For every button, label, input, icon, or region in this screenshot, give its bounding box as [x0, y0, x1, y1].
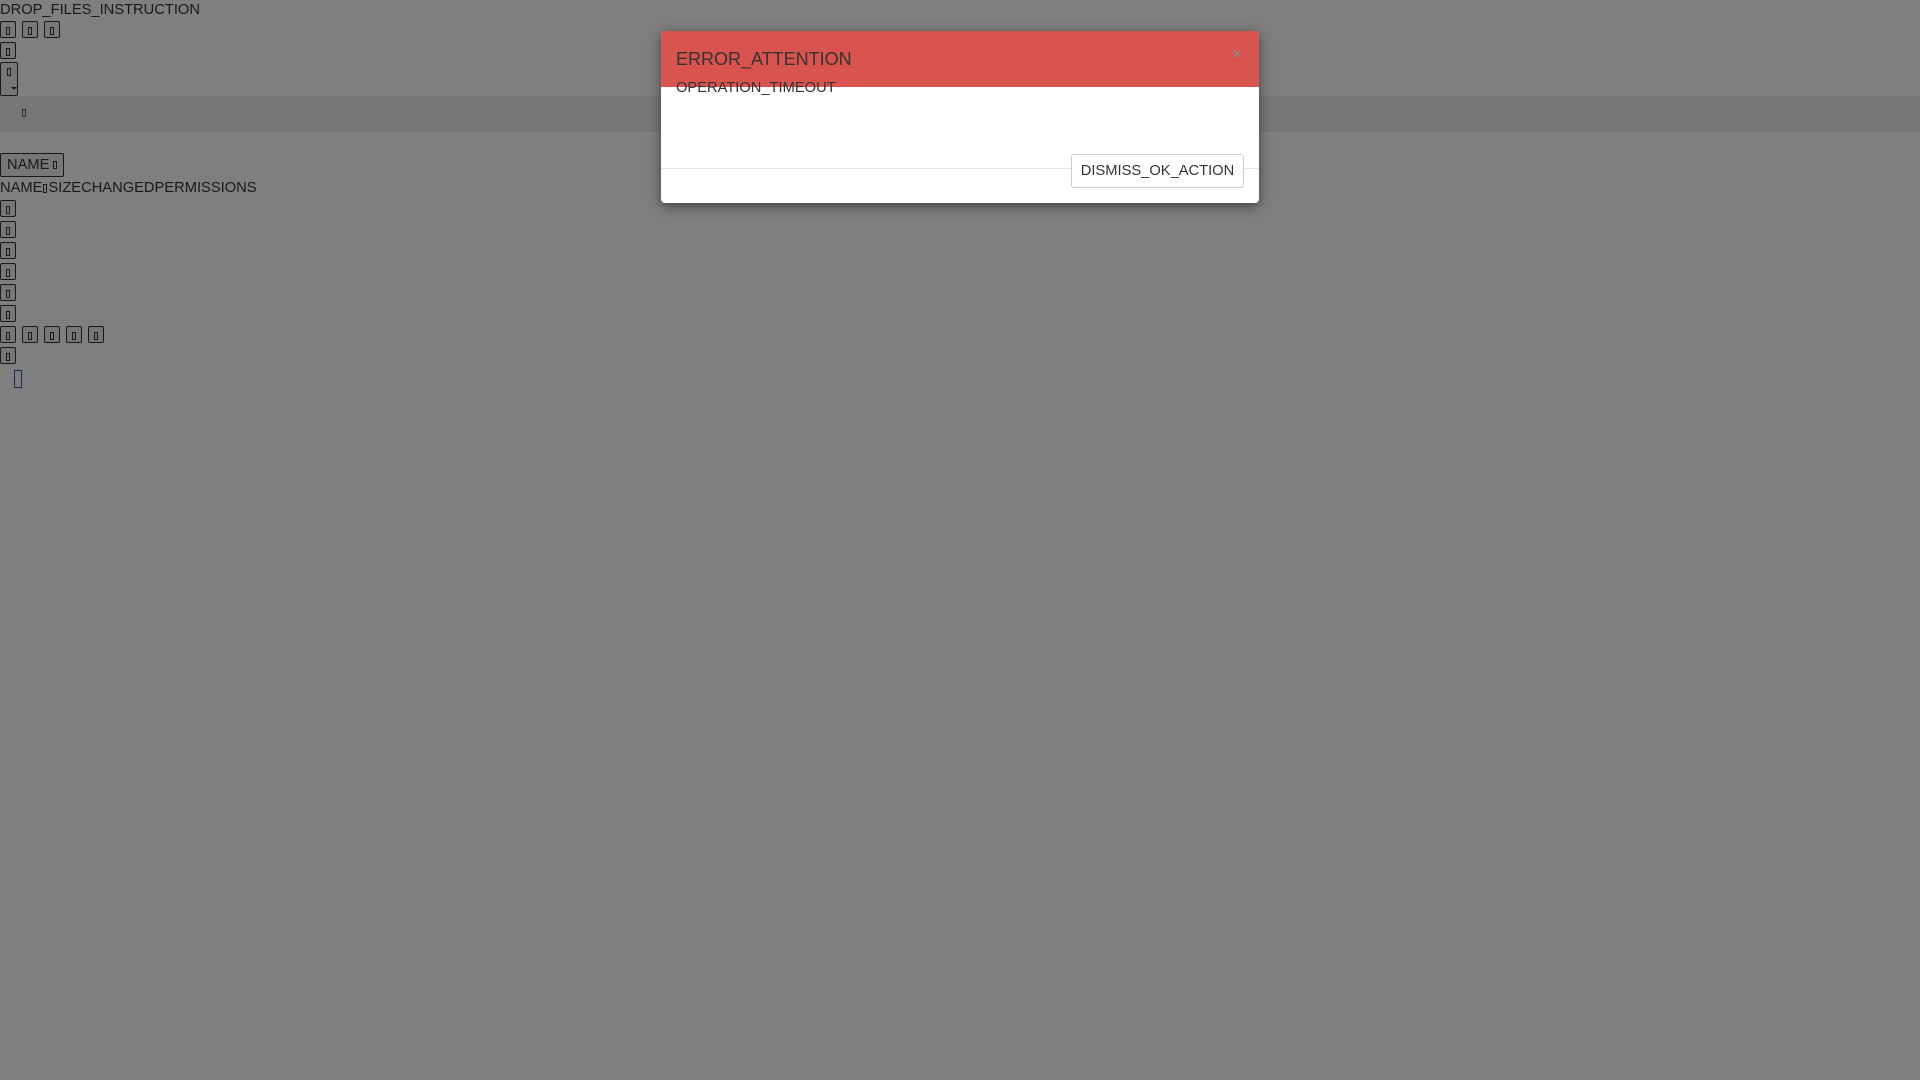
error-dialog-title: ERROR_ATTENTION [676, 49, 852, 69]
error-message: OPERATION_TIMEOUT [676, 80, 836, 96]
error-dialog: ERROR_ATTENTION × OPERATION_TIMEOUT DISM… [661, 31, 1259, 203]
dismiss-ok-button[interactable]: DISMISS_OK_ACTION [1071, 154, 1244, 188]
close-icon[interactable]: × [1229, 44, 1245, 64]
file-manager-page: DROP_FILES_INSTRUCTION NAME NAMESIZECHAN… [0, 0, 1920, 1080]
